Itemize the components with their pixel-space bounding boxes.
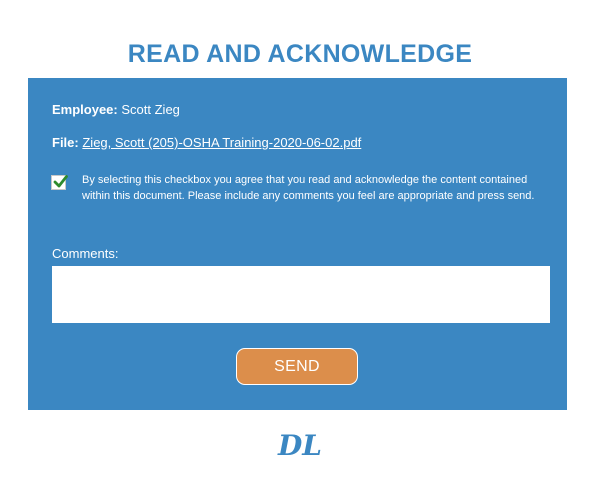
employee-label: Employee:: [52, 102, 118, 117]
acknowledge-panel: Employee: Scott Zieg File: Zieg, Scott (…: [28, 78, 567, 410]
acknowledge-text: By selecting this checkbox you agree tha…: [82, 174, 535, 202]
comments-label: Comments:: [52, 246, 119, 261]
send-button[interactable]: SEND: [236, 348, 358, 385]
comments-textarea[interactable]: [52, 266, 550, 323]
dl-logo-mark: DL: [277, 429, 322, 462]
file-link[interactable]: Zieg, Scott (205)-OSHA Training-2020-06-…: [82, 135, 361, 150]
file-label: File:: [52, 135, 79, 150]
employee-name: Scott Zieg: [121, 102, 180, 117]
dl-logo: DL: [276, 428, 324, 467]
checkmark-icon: [53, 175, 68, 188]
file-row: File: Zieg, Scott (205)-OSHA Training-20…: [52, 135, 361, 150]
acknowledge-checkbox[interactable]: [51, 175, 68, 190]
employee-row: Employee: Scott Zieg: [52, 102, 180, 117]
page-title: READ AND ACKNOWLEDGE: [127, 40, 473, 68]
svg-text:DL: DL: [277, 429, 322, 462]
